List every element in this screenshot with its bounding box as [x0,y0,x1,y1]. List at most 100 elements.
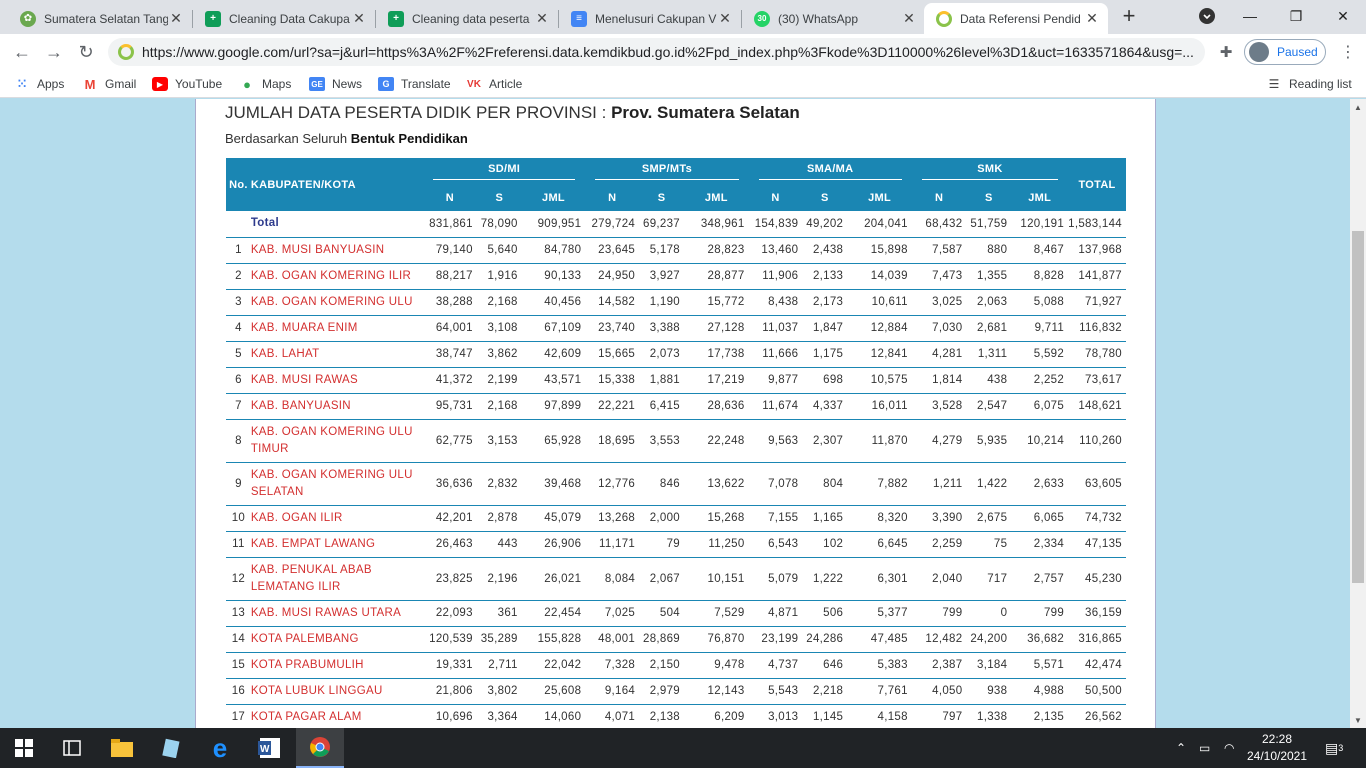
value-cell: 38,747 [423,341,477,368]
row-number: 7 [226,393,251,420]
profile-button[interactable]: Paused [1244,39,1326,65]
row-number: 1 [226,237,251,264]
value-cell: 2,173 [802,289,848,316]
region-name[interactable]: KAB. MUARA ENIM [250,315,423,342]
close-icon[interactable]: ✕ [168,10,184,27]
notification-center-icon[interactable]: ▤ 3 [1325,728,1343,768]
region-name[interactable]: KOTA PAGAR ALAM [250,704,423,728]
value-cell: 23,645 [585,237,640,264]
region-name[interactable]: KAB. OGAN KOMERING ILIR [250,263,423,290]
tab-whatsapp[interactable]: 30 (30) WhatsApp ✕ [742,3,925,34]
system-clock[interactable]: 22:28 24/10/2021 [1246,731,1308,765]
region-name[interactable]: KAB. MUSI RAWAS [250,367,423,394]
region-name[interactable]: KAB. MUSI RAWAS UTARA [250,600,423,627]
value-cell: 5,571 [1011,652,1069,679]
value-cell: 831,861 [423,211,477,238]
bookmark-translate[interactable]: G Translate [378,76,451,92]
region-name[interactable]: KAB. OGAN KOMERING ULU SELATAN [250,462,423,506]
windows-start-icon[interactable] [0,728,48,768]
task-view-icon[interactable] [48,728,96,768]
reload-icon[interactable]: ↻ [72,38,100,66]
value-cell: 8,084 [585,557,640,601]
notepad-icon[interactable] [147,728,195,768]
word-icon[interactable]: W [245,728,293,768]
scroll-down-icon[interactable]: ▼ [1350,712,1366,728]
value-cell: 6,543 [748,531,803,558]
region-name[interactable]: KOTA LUBUK LINGGAU [250,678,423,705]
menu-icon[interactable]: ⋮ [1334,38,1362,66]
region-name[interactable]: KAB. OGAN ILIR [250,505,423,532]
region-name[interactable]: KAB. MUSI BANYUASIN [250,237,423,264]
region-name[interactable]: KAB. EMPAT LAWANG [250,531,423,558]
address-bar[interactable]: https://www.google.com/url?sa=j&url=http… [108,38,1205,66]
value-cell: 4,281 [911,341,967,368]
region-name[interactable]: KAB. OGAN KOMERING ULU [250,289,423,316]
extensions-icon[interactable]: ✚ [1212,38,1240,66]
minimize-icon[interactable]: — [1227,0,1273,32]
scroll-thumb[interactable] [1352,231,1364,583]
tab-search-icon[interactable] [1184,0,1230,32]
value-cell: 48,001 [585,626,640,653]
close-icon[interactable]: ✕ [901,10,917,27]
region-name[interactable]: KOTA PALEMBANG [250,626,423,653]
value-cell: 7,155 [748,505,803,532]
vertical-scrollbar[interactable]: ▲ ▼ [1350,99,1366,728]
row-number: 8 [226,419,251,463]
table-row: 4 KAB. MUARA ENIM 64,001 3,108 67,109 23,740 3… [226,315,1126,342]
province-name: Prov. Sumatera Selatan [611,103,800,122]
tab-menelusuri[interactable]: ≡ Menelusuri Cakupan V ✕ [559,3,741,34]
bookmark-gmail[interactable]: M Gmail [82,76,137,92]
show-hidden-icons[interactable]: ⌃ [1176,728,1186,768]
region-name[interactable]: KAB. LAHAT [250,341,423,368]
new-tab-button[interactable]: + [1106,0,1152,32]
back-icon[interactable]: ← [8,38,36,66]
close-icon[interactable]: ✕ [717,10,733,27]
value-cell: 2,135 [1011,704,1069,728]
file-explorer-icon[interactable] [98,728,146,768]
forward-icon[interactable]: → [40,38,68,66]
region-name[interactable]: KOTA PRABUMULIH [250,652,423,679]
tab-sumatera[interactable]: ✿ Sumatera Selatan Tang ✕ [8,3,192,34]
gmail-icon: M [84,76,96,92]
close-icon[interactable]: ✕ [1084,10,1100,27]
value-cell: 9,877 [748,367,803,394]
value-cell: 148,621 [1068,393,1126,420]
region-name[interactable]: KAB. OGAN KOMERING ULU TIMUR [250,419,423,463]
battery-icon[interactable]: ▭ [1199,728,1210,768]
value-cell: 0 [966,600,1012,627]
value-cell: 84,780 [521,237,586,264]
edge-icon[interactable]: e [196,728,244,768]
close-icon[interactable]: ✕ [534,10,550,27]
bookmark-youtube[interactable]: ▶ YouTube [152,76,222,92]
tab-cleaning-cakupan[interactable]: + Cleaning Data Cakupa ✕ [193,3,375,34]
value-cell: 25,608 [521,678,586,705]
region-name[interactable]: KAB. PENUKAL ABAB LEMATANG ILIR [250,557,423,601]
value-cell: 27,128 [684,315,749,342]
group-label: SMK [921,163,1059,180]
scroll-up-icon[interactable]: ▲ [1350,99,1366,115]
chrome-icon[interactable] [296,728,344,768]
value-cell: 11,250 [684,531,749,558]
value-cell: 2,832 [476,462,522,506]
tab-data-referensi[interactable]: Data Referensi Pendid ✕ [924,3,1108,34]
value-cell: 23,199 [748,626,803,653]
value-cell: 9,478 [684,652,749,679]
value-cell: 3,388 [639,315,684,342]
bookmark-label: Maps [262,77,292,91]
value-cell: 65,928 [521,419,586,463]
tab-cleaning-peserta[interactable]: + Cleaning data peserta ✕ [376,3,558,34]
restore-icon[interactable]: ❐ [1273,0,1319,32]
close-window-icon[interactable]: ✕ [1320,0,1366,32]
value-cell: 2,757 [1011,557,1069,601]
bookmark-apps[interactable]: ⁙ Apps [14,76,64,92]
value-cell: 2,150 [639,652,684,679]
close-icon[interactable]: ✕ [351,10,367,27]
bookmark-maps[interactable]: ● Maps [239,76,291,92]
bookmark-article[interactable]: VK Article [466,76,522,92]
wifi-icon[interactable]: ◠ [1224,728,1234,768]
group-label: SMA/MA [758,163,902,180]
region-name[interactable]: KAB. BANYUASIN [250,393,423,420]
bookmark-news[interactable]: GE News [309,76,362,92]
value-cell: 11,171 [585,531,640,558]
reading-list-button[interactable]: ☰ Reading list [1266,76,1352,92]
